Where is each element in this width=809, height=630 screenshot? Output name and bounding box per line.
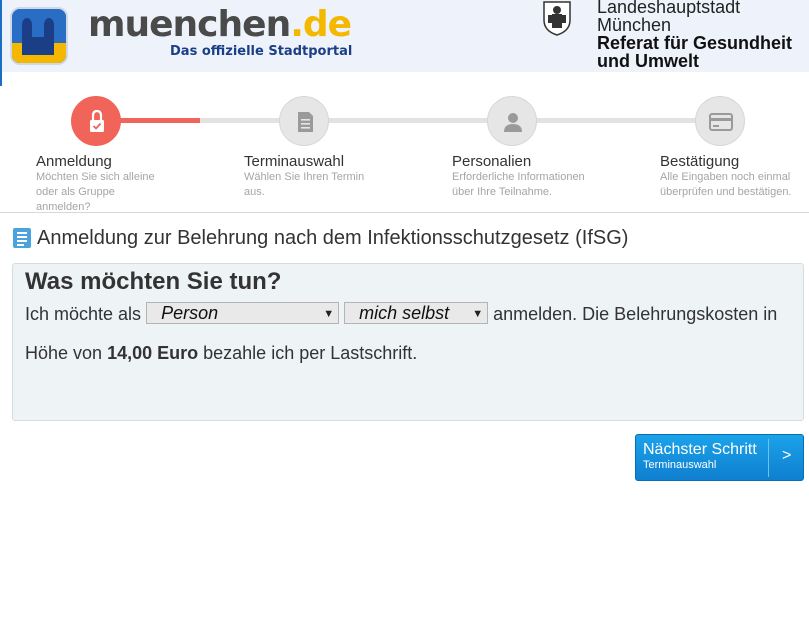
step-4-description: Alle Eingaben noch einmal überprüfen und… (660, 171, 792, 198)
brand[interactable]: muenchen.de Das offizielle Stadtportal (88, 4, 352, 59)
brand-tld: .de (290, 4, 352, 45)
registration-panel: Was möchten Sie tun? Ich möchte als Pers… (12, 263, 804, 421)
step-3-description: Erforderliche Informationen über Ihre Te… (452, 171, 585, 198)
progress-stepper: Anmeldung Möchten Sie sich alleine oder … (0, 90, 809, 213)
track-segment (512, 118, 720, 123)
header-accent-line (0, 0, 2, 86)
sentence-prefix: Ich möchte als (25, 304, 142, 324)
chevron-down-icon: ▼ (323, 308, 335, 320)
panel-heading: Was möchten Sie tun? (25, 268, 282, 295)
page-title: Anmeldung zur Belehrung nach dem Infekti… (37, 227, 629, 249)
document-icon (298, 112, 313, 132)
step-1-circle[interactable] (71, 96, 121, 146)
brand-name: muenchen.de (88, 4, 352, 45)
cost-prefix: Höhe von (25, 343, 103, 363)
lock-check-icon (90, 109, 104, 132)
credit-card-icon (709, 113, 733, 131)
city-department-block: Landeshauptstadt München Referat für Ges… (597, 0, 809, 70)
muenchen-app-logo[interactable] (10, 7, 68, 65)
track-segment (304, 118, 512, 123)
registration-type-select[interactable]: Person ▼ (146, 302, 340, 324)
registration-sentence: Ich möchte als Person ▼ mich selbst ▼ anme… (25, 302, 777, 326)
next-step-label: Nächster Schritt (643, 441, 757, 458)
site-header: muenchen.de Das offizielle Stadtportal L… (0, 0, 809, 86)
step-1-title: Anmeldung (36, 153, 112, 170)
document-list-icon (13, 228, 31, 248)
step-1-description: Möchten Sie sich alleine oder als Gruppe… (36, 171, 155, 213)
button-divider (768, 439, 769, 477)
chevron-down-icon: ▼ (472, 308, 484, 320)
munich-crest-icon (541, 0, 573, 36)
city-line-1: Landeshauptstadt (597, 0, 741, 17)
department-line-1: Referat für Gesundheit (597, 33, 793, 53)
registration-target-select[interactable]: mich selbst ▼ (344, 302, 489, 324)
step-2-circle[interactable] (279, 96, 329, 146)
chevron-right-icon: > (782, 447, 792, 464)
next-step-sublabel: Terminauswahl (643, 459, 717, 471)
step-2-title: Terminauswahl (244, 153, 345, 170)
step-2-description: Wählen Sie Ihren Termin aus. (244, 171, 365, 198)
brand-tagline: Das offizielle Stadtportal (170, 44, 353, 59)
sentence-suffix: anmelden. Die Belehrungskosten in (493, 304, 778, 324)
cost-suffix: bezahle ich per Lastschrift. (203, 343, 418, 363)
step-4-circle[interactable] (695, 96, 745, 146)
step-4-title: Bestätigung (660, 153, 740, 170)
step-3-circle[interactable] (487, 96, 537, 146)
cost-amount: 14,00 Euro (107, 343, 199, 363)
cost-sentence: Höhe von 14,00 Euro bezahle ich per Last… (25, 341, 417, 365)
city-line-2: München (597, 15, 672, 35)
next-step-button[interactable]: Nächster Schritt Terminauswahl > (635, 434, 804, 481)
step-3-title: Personalien (452, 153, 532, 170)
person-icon (504, 113, 522, 132)
department-line-2: und Umwelt (597, 51, 699, 71)
